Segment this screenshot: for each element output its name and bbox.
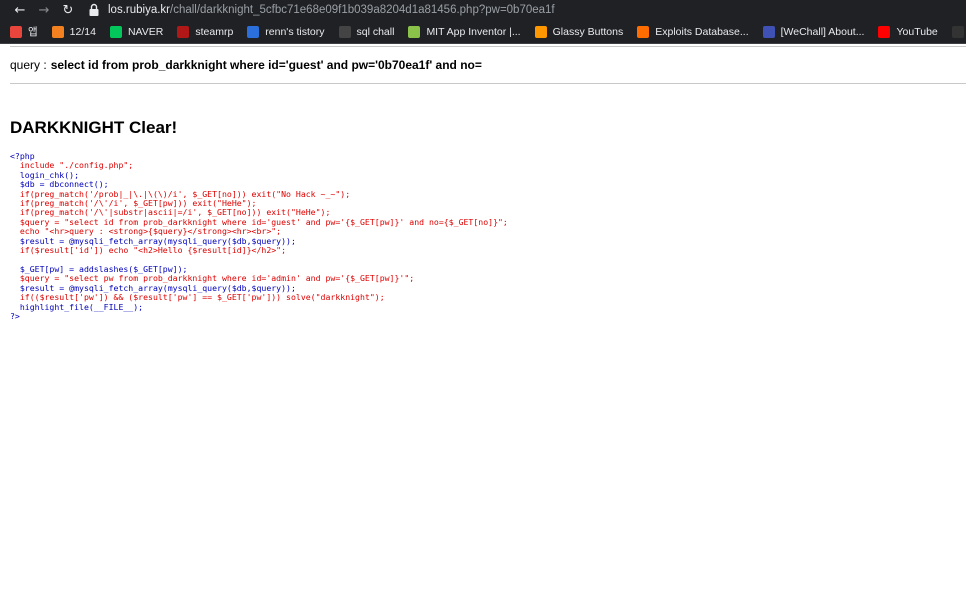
wechall-icon xyxy=(762,25,775,38)
whatsmyip-icon xyxy=(951,25,964,38)
blogger-icon xyxy=(51,25,64,38)
code-line: login_chk(); xyxy=(10,169,80,180)
query-value: select id from prob_darkknight where id=… xyxy=(50,58,482,72)
forward-icon[interactable]: → xyxy=(34,1,54,19)
bookmarks-bar: 앱 12/14 NAVER steamrp renn's tistory sql chal… xyxy=(0,20,966,44)
page-content: query : select id from prob_darkknight w… xyxy=(0,46,966,321)
bookmark-item[interactable]: sql chall xyxy=(338,25,395,38)
bookmark-label: 12/14 xyxy=(69,25,96,38)
bookmark-label: [WeChall] About... xyxy=(780,25,865,38)
source-code: <?php include "./config.php"; login_chk(… xyxy=(10,151,966,321)
bookmark-item[interactable]: NAVER xyxy=(109,25,164,38)
divider-bottom xyxy=(10,83,966,84)
bookmark-item[interactable]: renn's tistory xyxy=(247,25,325,38)
reload-icon[interactable]: ↻ xyxy=(58,1,78,19)
bookmark-label: Glassy Buttons xyxy=(552,25,624,38)
apps-icon xyxy=(10,25,22,38)
bookmark-label: Exploits Database... xyxy=(655,25,749,38)
code-line: if($result['id']) echo "<h2>Hello {$resu… xyxy=(10,245,287,256)
lock-icon xyxy=(88,3,102,17)
bookmark-label: YouTube xyxy=(896,25,938,38)
code-line: <?php xyxy=(10,151,35,161)
bookmark-item[interactable]: 12/14 xyxy=(51,25,96,38)
address-bar[interactable]: los.rubiya.kr/chall/darkknight_5cfbc71e6… xyxy=(88,1,555,19)
code-line: highlight_file(__FILE__); xyxy=(10,301,144,312)
bookmark-label: renn's tistory xyxy=(265,25,325,38)
steamrp-icon xyxy=(177,25,190,38)
bookmark-item[interactable]: Whats My IP xyxy=(951,25,966,38)
browser-toolbar: ← → ↻ los.rubiya.kr/chall/darkknight_5cf… xyxy=(0,0,966,20)
bookmark-label: 앱 xyxy=(28,26,38,38)
clear-title: DARKKNIGHT Clear! xyxy=(10,118,178,137)
bookmark-item[interactable]: MIT App Inventor |... xyxy=(408,25,521,38)
bookmark-item[interactable]: YouTube xyxy=(878,25,938,38)
mit-icon xyxy=(408,25,421,38)
back-icon[interactable]: ← xyxy=(10,1,30,19)
bookmark-item[interactable]: [WeChall] About... xyxy=(762,25,865,38)
bookmark-item[interactable]: 앱 xyxy=(10,24,38,39)
exploit-icon xyxy=(637,25,650,38)
youtube-icon xyxy=(878,25,891,38)
url-host: los.rubiya.kr xyxy=(108,4,170,16)
bookmark-item[interactable]: steamrp xyxy=(177,25,234,38)
bookmark-label: MIT App Inventor |... xyxy=(426,25,521,38)
glassy-icon xyxy=(534,25,547,38)
tistory-icon xyxy=(247,25,260,38)
bookmark-label: steamrp xyxy=(195,25,234,38)
bookmark-item[interactable]: Exploits Database... xyxy=(637,25,749,38)
query-line: query : select id from prob_darkknight w… xyxy=(0,47,966,83)
z-icon xyxy=(338,25,351,38)
code-line: if(($result['pw']) && ($result['pw'] == … xyxy=(10,292,385,303)
query-label: query : xyxy=(10,58,47,72)
url-path: /chall/darkknight_5cfbc71e68e09f1b039a82… xyxy=(170,4,555,16)
bookmark-label: sql chall xyxy=(356,25,395,38)
code-line: ?> xyxy=(10,310,20,321)
bookmark-label: NAVER xyxy=(127,25,164,38)
naver-icon xyxy=(109,25,122,38)
code-line: include "./config.php"; xyxy=(10,160,134,171)
bookmark-item[interactable]: Glassy Buttons xyxy=(534,25,624,38)
